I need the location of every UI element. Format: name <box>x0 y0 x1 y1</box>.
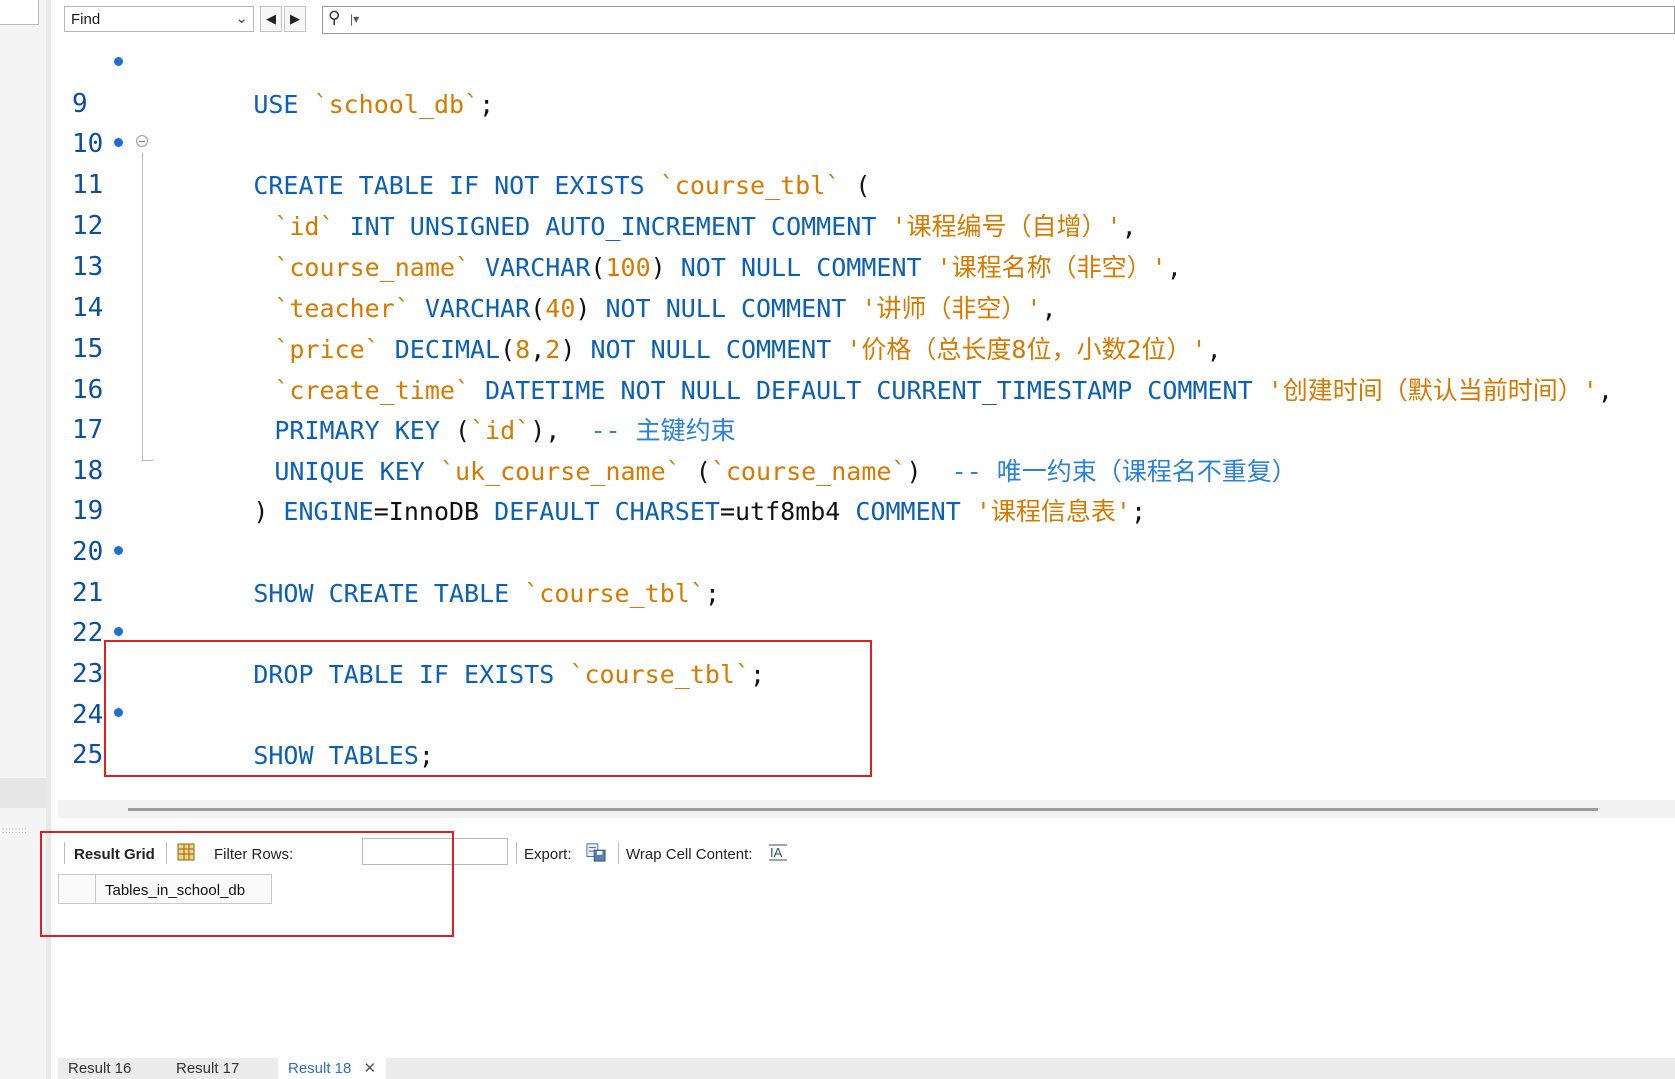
wrap-cell-content-label: Wrap Cell Content: <box>626 846 753 863</box>
tab-result-18[interactable]: Result 18 ✕ <box>278 1058 387 1079</box>
code-line: 12 `id` INT UNSIGNED AUTO_INCREMENT COMM… <box>58 162 1675 241</box>
code-line: 22 <box>58 569 1675 648</box>
toolbar-divider <box>618 842 619 864</box>
highlight-box-statements <box>104 640 872 777</box>
svg-text:IA: IA <box>770 845 783 860</box>
code-line: 17 PRIMARY KEY (`id`), -- 主键约束 <box>58 366 1675 445</box>
tab-result-17[interactable]: Result 17 <box>176 1060 239 1077</box>
export-label: Export: <box>524 846 572 863</box>
chevron-down-icon: ⌄ <box>235 10 248 27</box>
code-line: 13 `course_name` VARCHAR(100) NOT NULL C… <box>58 203 1675 282</box>
code-line: 10 <box>58 80 1675 159</box>
result-tabs: Result 16 Result 17 Result 18 ✕ <box>58 1058 1675 1079</box>
code-line: 14 `teacher` VARCHAR(40) NOT NULL COMMEN… <box>58 244 1675 323</box>
statement-marker-icon[interactable] <box>114 546 123 555</box>
code-line: 20 <box>58 488 1675 567</box>
close-icon[interactable]: ✕ <box>364 1060 377 1077</box>
code-line: 16 `create_time` DATETIME NOT NULL DEFAU… <box>58 326 1675 405</box>
code-line: 9 USE `school_db`; <box>58 40 1675 119</box>
highlight-box-results <box>40 831 454 937</box>
find-mode-select[interactable]: Find ⌄ <box>64 6 254 32</box>
code-line: 11 CREATE TABLE IF NOT EXISTS `course_tb… <box>58 121 1675 200</box>
export-icon[interactable] <box>586 842 606 862</box>
code-line: 19 ) ENGINE=InnoDB DEFAULT CHARSET=utf8m… <box>58 447 1675 526</box>
search-icon: ⚲ <box>328 8 341 27</box>
splitter-grip-icon[interactable]: :::::::: <box>2 826 28 835</box>
left-panel-box <box>0 0 39 25</box>
find-previous-button[interactable]: ◀ <box>260 6 282 32</box>
code-line: 15 `price` DECIMAL(8,2) NOT NULL COMMENT… <box>58 285 1675 364</box>
tab-result-18-label: Result 18 <box>288 1060 352 1077</box>
wrap-text-icon[interactable]: IA <box>768 842 788 862</box>
fold-toggle-icon[interactable] <box>136 135 148 147</box>
tab-result-16[interactable]: Result 16 <box>68 1060 131 1077</box>
code-line: 18 UNIQUE KEY `uk_course_name` (`course_… <box>58 407 1675 486</box>
find-search-input[interactable]: ⚲ |▾ <box>322 6 1675 34</box>
find-next-button[interactable]: ▶ <box>284 6 306 32</box>
find-mode-label: Find <box>71 11 101 28</box>
search-options-icon[interactable]: |▾ <box>350 12 359 26</box>
code-line: 21 SHOW CREATE TABLE `course_tbl`; <box>58 529 1675 608</box>
statement-marker-icon[interactable] <box>114 627 123 636</box>
statement-marker-icon[interactable] <box>114 138 123 147</box>
horizontal-scrollbar[interactable] <box>128 808 1598 811</box>
left-panel-shade <box>0 778 46 808</box>
editor-result-splitter[interactable] <box>58 800 1675 818</box>
toolbar-divider <box>516 842 517 864</box>
statement-marker-icon[interactable] <box>114 57 123 66</box>
